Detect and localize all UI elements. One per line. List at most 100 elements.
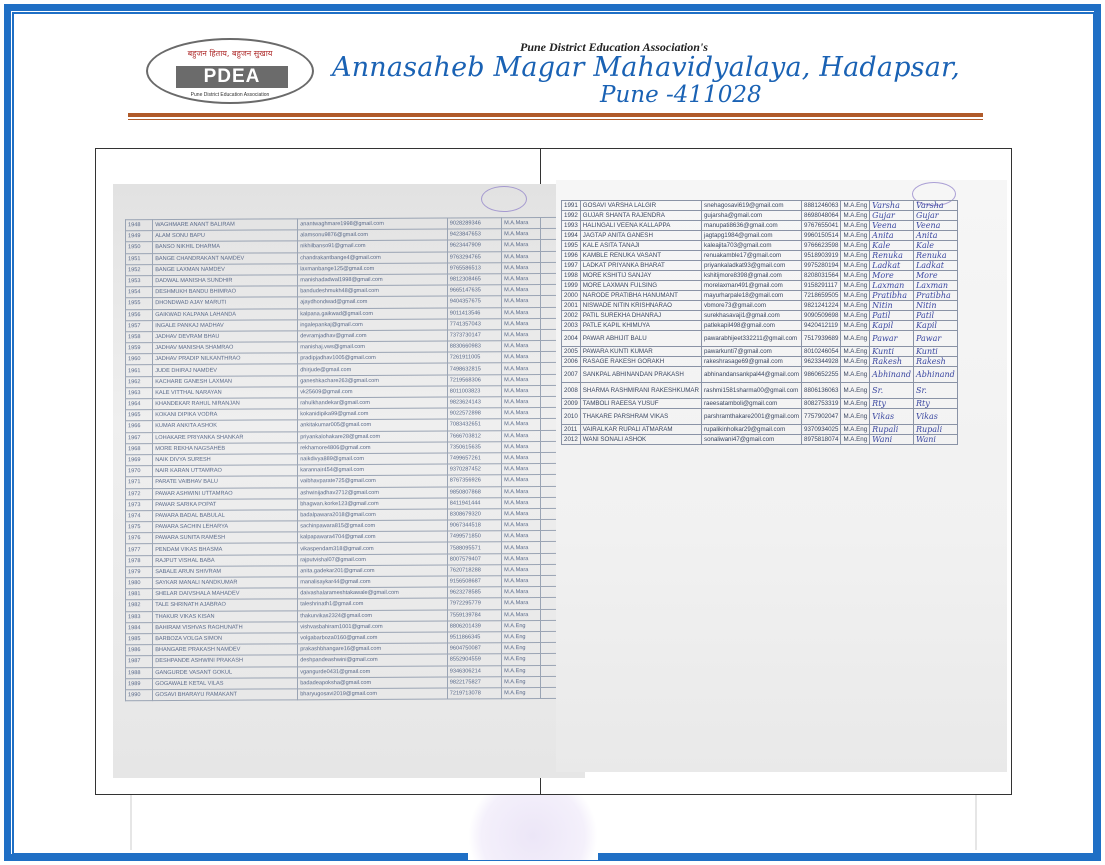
student-phone: 8830660983 <box>447 340 502 353</box>
signature: Ladkat <box>912 260 958 271</box>
course-name: M.A.Eng <box>840 398 871 409</box>
course-name: M.A.Eng <box>840 310 871 321</box>
signature: Patil <box>869 310 914 321</box>
course-name: M.A.Mara <box>501 609 541 621</box>
signature: Renuka <box>912 250 958 261</box>
table-row: 2011 VAIRALKAR RUPALI ATMARAM rupalikinhol… <box>561 424 958 435</box>
student-name: DADWAL MANISHA SUNDHIR <box>152 274 298 287</box>
course-name: M.A.Mara <box>501 374 541 386</box>
student-name: GOGAWALE KETAL VILAS <box>152 677 298 690</box>
student-phone: 9028289346 <box>447 217 502 230</box>
student-email: ashwinijadhav2712@gmail.com <box>297 486 448 499</box>
signature: Wani <box>869 434 914 445</box>
student-email: kaleajita703@gmail.com <box>700 240 803 251</box>
student-email: kshitijmore8398@gmail.com <box>700 270 803 281</box>
student-phone: 9623447909 <box>447 240 502 252</box>
row-number: 1999 <box>561 280 581 291</box>
student-name: MORE REKHA NAGSAHEB <box>152 442 298 455</box>
student-phone: 9156508687 <box>447 575 502 588</box>
student-email: karannair454@gmail.com <box>297 464 448 477</box>
student-phone: 7373730147 <box>447 329 502 342</box>
student-phone: 9420412119 <box>801 320 842 331</box>
student-phone: 9665147635 <box>447 284 502 297</box>
header-rule-thin <box>128 119 983 120</box>
signature: Sr. <box>912 382 958 399</box>
student-email: sonaliwani47@gmail.com <box>700 434 803 445</box>
student-name: MORE LAXMAN FULSING <box>579 280 702 291</box>
student-phone: 8208031564 <box>801 270 842 281</box>
student-phone: 8806136063 <box>801 382 842 399</box>
course-name: M.A.Eng <box>840 330 871 347</box>
student-phone: 9766623598 <box>801 240 842 251</box>
student-phone: 7499657261 <box>447 452 502 465</box>
college-stamp <box>481 186 527 212</box>
student-phone: 7517939689 <box>801 330 842 347</box>
row-number: 1950 <box>125 241 153 254</box>
student-phone: 8881246063 <box>801 200 842 211</box>
student-phone: 9346306214 <box>447 665 502 677</box>
student-name: KAMBLE RENUKA VASANT <box>579 250 702 261</box>
course-name: M.A.Mara <box>501 474 541 487</box>
student-phone: 9850807868 <box>447 486 502 498</box>
college-name: Annasaheb Magar Mahavidyalaya, Hadapsar, <box>332 52 960 83</box>
course-name: M.A.Mara <box>501 284 541 297</box>
student-name: DHONDWAD AJAY MARUTI <box>152 297 298 310</box>
student-name: TAMBOLI RAEESA YUSUF <box>579 398 702 409</box>
student-name: HALINGALI VEENA KALLAPPA <box>579 220 702 231</box>
course-name: M.A.Mara <box>501 430 541 442</box>
course-name: M.A.Mara <box>501 407 541 420</box>
course-name: M.A.Eng <box>840 250 871 261</box>
row-number: 1965 <box>125 409 153 422</box>
student-name: KUMAR ANKITA ASHOK <box>152 420 298 433</box>
course-name: M.A.Eng <box>840 260 871 271</box>
table-row: 2000 NARODE PRATIBHA HANUMANT mayurharpale… <box>561 290 958 301</box>
signature: Nitin <box>869 300 914 311</box>
course-name: M.A.Mara <box>501 351 541 364</box>
row-number: 1993 <box>561 220 581 231</box>
row-number: 2002 <box>561 310 581 321</box>
course-name: M.A.Mara <box>501 418 541 431</box>
table-row: 1998 MORE KSHITIJ SANJAY kshitijmore8398@g… <box>561 270 958 281</box>
student-email: vk25609@gmail.com <box>297 385 448 398</box>
course-name: M.A.Mara <box>501 575 541 587</box>
student-email: alamsonu9876@gmail.com <box>297 229 448 242</box>
course-name: M.A.Eng <box>840 240 871 251</box>
signature: Pawar <box>869 330 914 347</box>
student-email: parshramthakare2001@gmail.com <box>700 408 803 425</box>
student-name: JUDE DHIRAJ NAMDEV <box>152 364 298 377</box>
student-email: dhirjude@gmail.com <box>297 363 448 376</box>
student-email: vbmore73@gmail.com <box>700 300 803 311</box>
row-number: 1966 <box>125 420 153 433</box>
student-name: KACHARE GANESH LAXMAN <box>152 375 298 388</box>
course-name: M.A.Mara <box>501 396 541 408</box>
student-email: manupati8636@gmail.com <box>700 220 803 231</box>
signature: Pratibha <box>869 290 914 301</box>
row-number: 1987 <box>125 655 153 668</box>
student-phone: 8806201439 <box>447 620 502 632</box>
course-name: M.A.Mara <box>501 508 541 520</box>
student-email: badalpawara2018@gmail.com <box>297 508 448 521</box>
row-number: 1985 <box>125 633 153 645</box>
student-name: SABALE ARUN SHIVRAM <box>152 565 298 578</box>
student-phone: 9370287452 <box>447 463 502 476</box>
student-email: rahulkhandekar@gmail.com <box>297 397 448 410</box>
row-number: 2006 <box>561 356 581 367</box>
student-email: ajaydhondwad@gmail.com <box>297 296 448 309</box>
student-phone: 8411941444 <box>447 497 502 509</box>
course-name: M.A.Eng <box>840 300 871 311</box>
student-name: PAWARA KUNTI KUMAR <box>579 346 702 357</box>
student-phone: 8010246054 <box>801 346 842 357</box>
attendance-sheet-photo-right: 1991 GOSAVI VARSHA LALGIR snehagosavi619@g… <box>556 180 1007 772</box>
student-phone: 9623344928 <box>801 356 842 367</box>
student-email: morelaxman491@gmail.com <box>700 280 803 291</box>
student-phone: 9158291117 <box>801 280 842 291</box>
student-email: anantwaghmare1998@gmail.com <box>297 218 448 231</box>
student-email: snehagosavi619@gmail.com <box>700 200 803 211</box>
student-name: LOHAKARE PRIYANKA SHANKAR <box>152 431 298 444</box>
student-phone: 8082753319 <box>801 398 842 409</box>
course-name: M.A.Eng <box>840 200 871 211</box>
student-email: kalpana.gaikwad@gmail.com <box>297 307 448 320</box>
row-number: 1962 <box>125 376 153 388</box>
course-name: M.A.Mara <box>501 553 541 565</box>
student-phone: 9763294765 <box>447 251 502 263</box>
